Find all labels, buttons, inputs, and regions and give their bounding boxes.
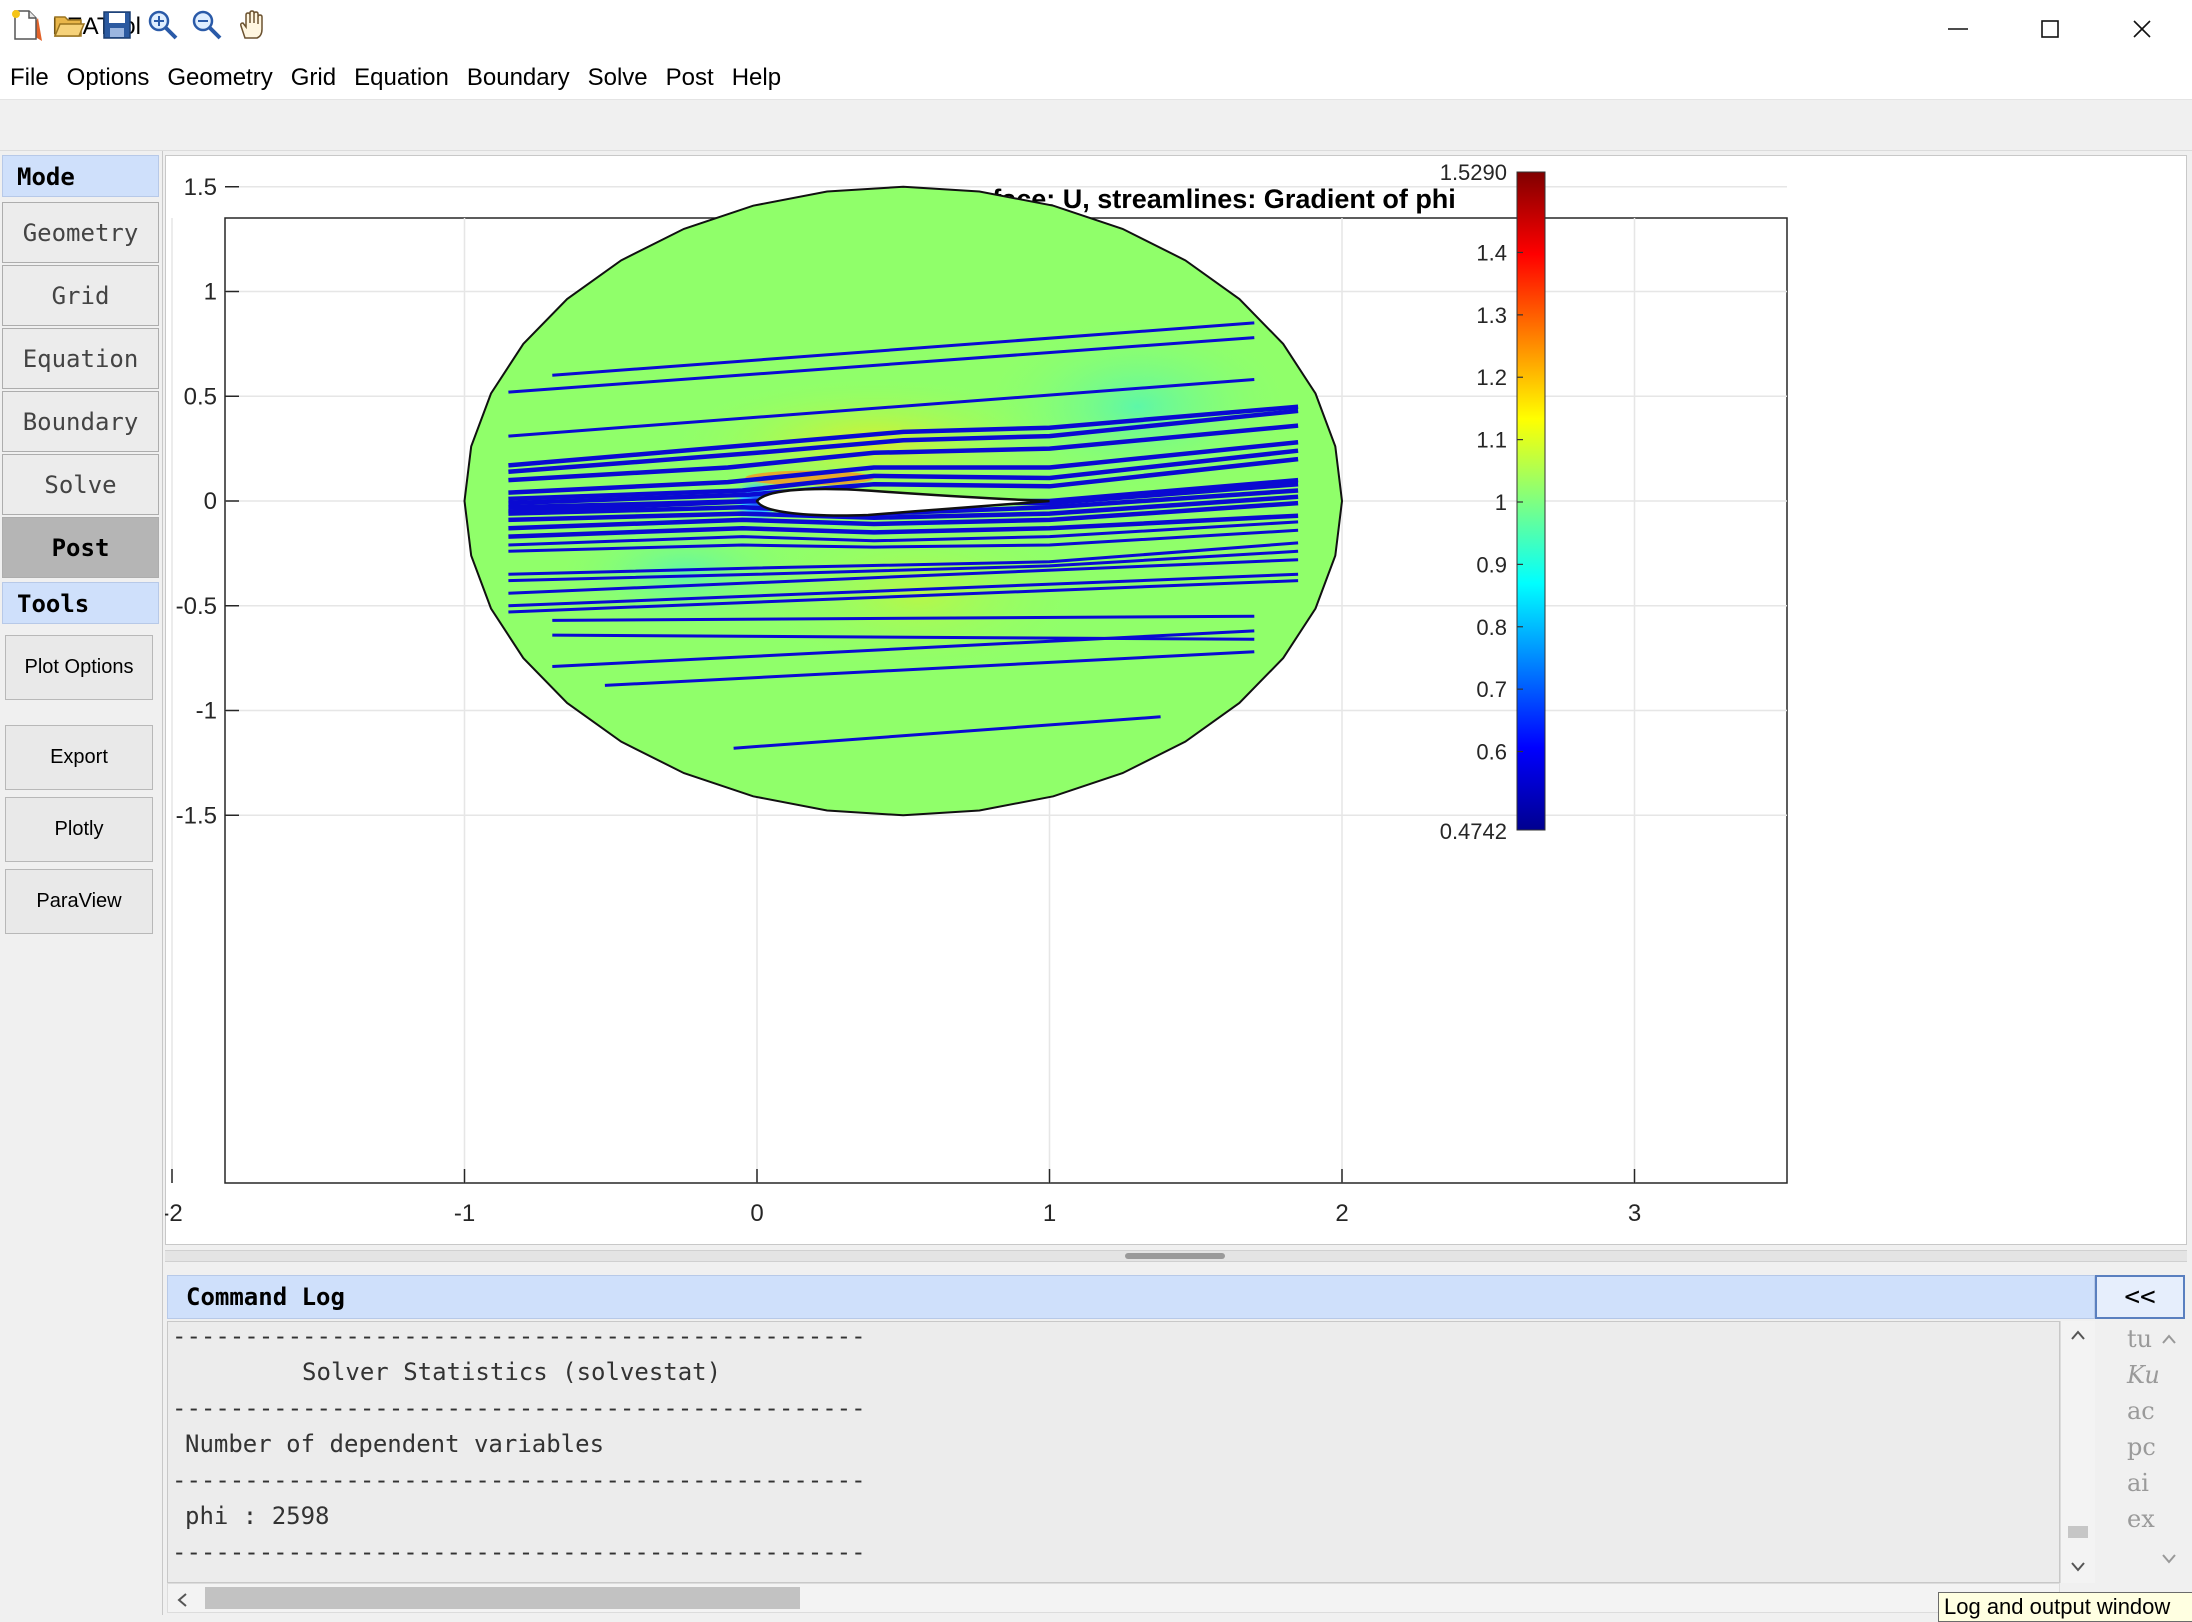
horizontal-scroll-thumb[interactable] <box>205 1587 800 1609</box>
help-panel: tu Ku ac pc ai ex <box>2097 1321 2192 1615</box>
y-tick-label: 0 <box>204 488 217 515</box>
zoom-out-icon[interactable] <box>190 8 224 42</box>
log-line: phi : 2598 <box>185 1502 330 1530</box>
maximize-icon <box>2041 19 2059 38</box>
scroll-left-icon[interactable] <box>176 1592 188 1608</box>
x-tick-label: 3 <box>1628 1200 1641 1227</box>
help-text: ac <box>2127 1397 2155 1425</box>
y-tick-label: -1.5 <box>176 802 217 829</box>
help-text: Ku <box>2127 1361 2160 1389</box>
x-tick-label: 1 <box>1043 1200 1056 1227</box>
mode-boundary-button[interactable]: Boundary <box>2 391 159 452</box>
mode-solve-button[interactable]: Solve <box>2 454 159 515</box>
colorbar-tick-label: 1.1 <box>1476 428 1507 453</box>
pan-hand-icon[interactable] <box>236 8 270 42</box>
menu-file[interactable]: File <box>0 57 58 99</box>
tooltip: Log and output window <box>1938 1592 2192 1622</box>
colorbar-tick-label: 0.9 <box>1476 552 1507 577</box>
minimize-icon <box>1948 27 1968 30</box>
colorbar-tick-label: 1 <box>1495 490 1507 515</box>
minimize-button[interactable] <box>1912 0 2004 57</box>
mode-equation-button[interactable]: Equation <box>2 328 159 389</box>
log-line: ----------------------------------------… <box>172 1322 866 1350</box>
mode-header: Mode <box>2 155 159 197</box>
menu-bar: File Options Geometry Grid Equation Boun… <box>0 57 2192 100</box>
log-line: ----------------------------------------… <box>172 1394 866 1422</box>
colorbar-min-label: 0.4742 <box>1440 819 1507 844</box>
y-tick-label: -0.5 <box>176 593 217 620</box>
mode-grid-button[interactable]: Grid <box>2 265 159 326</box>
help-text: tu <box>2127 1325 2153 1353</box>
menu-help[interactable]: Help <box>723 57 790 99</box>
zoom-in-icon[interactable] <box>146 8 180 42</box>
y-tick-label: 1 <box>204 279 217 306</box>
colorbar-tick-label: 1.2 <box>1476 365 1507 390</box>
menu-post[interactable]: Post <box>657 57 723 99</box>
menu-boundary[interactable]: Boundary <box>458 57 579 99</box>
command-log-header: Command Log <box>167 1275 2095 1319</box>
plotly-button[interactable]: Plotly <box>5 797 153 862</box>
y-tick-label: -1 <box>196 698 217 725</box>
title-bar <box>0 0 2192 58</box>
y-tick-label: 0.5 <box>184 383 217 410</box>
colorbar-tick-label: 0.8 <box>1476 615 1507 640</box>
colorbar-tick-label: 0.6 <box>1476 740 1507 765</box>
command-log-output[interactable]: ----------------------------------------… <box>167 1321 2060 1583</box>
colorbar-tick-label: 0.7 <box>1476 677 1507 702</box>
menu-geometry[interactable]: Geometry <box>158 57 281 99</box>
colorbar-tick-label: 1.3 <box>1476 303 1507 328</box>
new-file-icon[interactable] <box>8 8 42 42</box>
export-button[interactable]: Export <box>5 725 153 790</box>
x-tick-label: -2 <box>165 1200 183 1227</box>
colorbar <box>1516 171 1546 831</box>
log-line: ----------------------------------------… <box>172 1538 866 1566</box>
mode-geometry-button[interactable]: Geometry <box>2 202 159 263</box>
mode-post-button[interactable]: Post <box>2 517 159 578</box>
help-text: ai <box>2127 1469 2149 1497</box>
close-button[interactable] <box>2096 0 2188 57</box>
close-icon <box>2133 19 2151 38</box>
x-tick-label: -1 <box>454 1200 475 1227</box>
scroll-down-icon[interactable] <box>2070 1561 2086 1573</box>
help-scroll-up-icon[interactable] <box>2161 1333 2177 1345</box>
help-text: pc <box>2127 1433 2156 1461</box>
splitter-grip[interactable] <box>1125 1253 1225 1259</box>
menu-equation[interactable]: Equation <box>345 57 458 99</box>
log-vertical-scrollbar[interactable] <box>2060 1321 2095 1583</box>
y-tick-label: 1.5 <box>184 174 217 201</box>
help-text: ex <box>2127 1505 2155 1533</box>
log-line: Number of dependent variables <box>185 1430 605 1458</box>
paraview-button[interactable]: ParaView <box>5 869 153 934</box>
menu-options[interactable]: Options <box>58 57 159 99</box>
x-tick-label: 2 <box>1335 1200 1348 1227</box>
log-line: Solver Statistics (solvestat) <box>172 1358 722 1386</box>
colorbar-max-label: 1.5290 <box>1440 160 1507 185</box>
plot-options-button[interactable]: Plot Options <box>5 635 153 700</box>
toolbar <box>0 100 2192 151</box>
save-icon[interactable] <box>100 8 134 42</box>
collapse-help-button[interactable]: << <box>2095 1275 2185 1319</box>
tools-header: Tools <box>2 582 159 624</box>
help-scroll-down-icon[interactable] <box>2161 1553 2177 1565</box>
menu-grid[interactable]: Grid <box>282 57 345 99</box>
scroll-up-icon[interactable] <box>2070 1329 2086 1341</box>
log-line: ----------------------------------------… <box>172 1466 866 1494</box>
menu-solve[interactable]: Solve <box>579 57 657 99</box>
solution-plot[interactable]: surface: U, streamlines: Gradient of phi… <box>165 155 2187 1245</box>
maximize-button[interactable] <box>2004 0 2096 57</box>
vertical-scroll-thumb[interactable] <box>2068 1526 2088 1538</box>
open-folder-icon[interactable] <box>52 8 86 42</box>
x-tick-label: 0 <box>750 1200 763 1227</box>
colorbar-tick-label: 1.4 <box>1476 240 1507 265</box>
